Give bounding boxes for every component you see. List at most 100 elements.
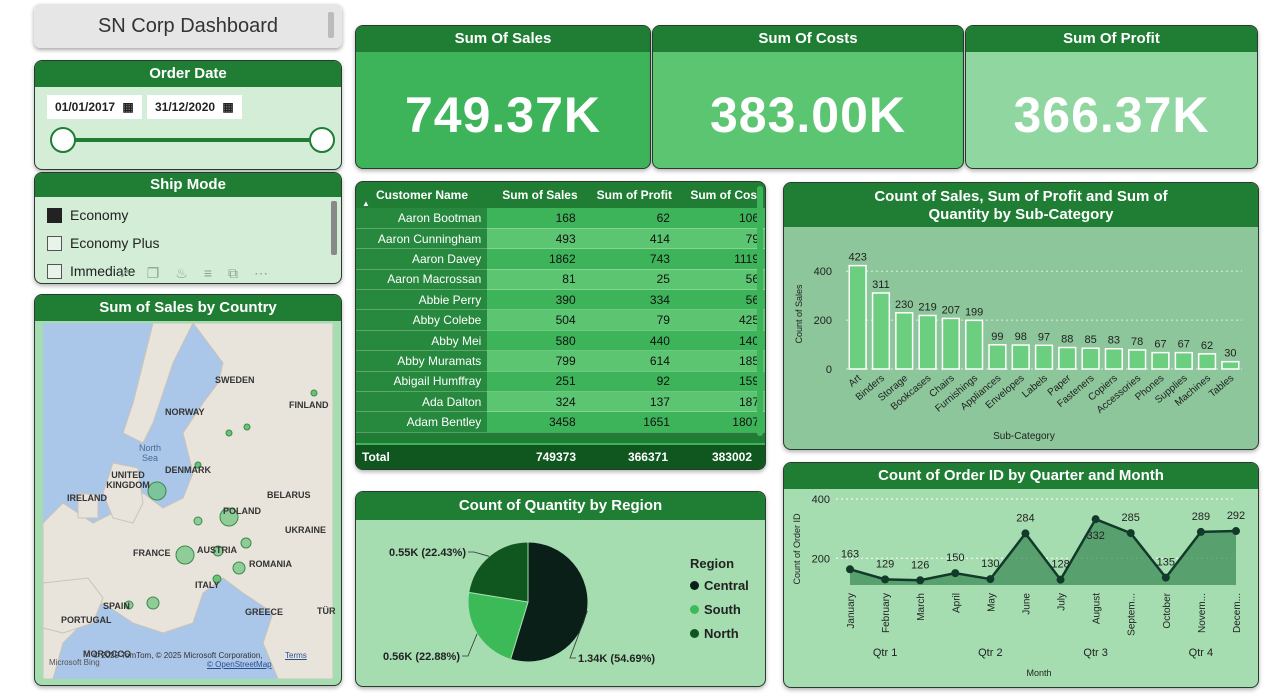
table-row[interactable]: Ada Dalton 324 137 187 (356, 391, 765, 413)
map-osm-link[interactable]: © OpenStreetMap (207, 660, 272, 669)
x-tick-label: June (1021, 593, 1032, 615)
customer-name-cell: Abby Colebe (356, 309, 488, 331)
bar (895, 312, 914, 370)
subcategory-bar-chart: Count of Sales, Sum of Profit and Sum of… (783, 182, 1259, 450)
bar-data-label: 83 (1108, 335, 1120, 347)
profit-cell: 79 (581, 309, 676, 331)
ship-mode-scrollbar[interactable] (331, 201, 337, 255)
filter-icon[interactable]: ≡ (204, 265, 228, 281)
bell-icon[interactable]: ♨ (175, 265, 204, 281)
table-row[interactable]: Aaron Bootman 168 62 106 (356, 208, 765, 229)
customer-name-cell: Adam Bentley (356, 411, 488, 433)
bar (988, 344, 1007, 370)
legend-item-south[interactable]: South (690, 597, 749, 621)
focus-mode-icon[interactable]: ⧉ (228, 265, 254, 281)
bar-data-label: 219 (918, 301, 936, 313)
end-date-input[interactable]: 31/12/2020 ▦ (147, 95, 242, 119)
date-range-end-handle[interactable] (309, 127, 335, 153)
total-profit: 366371 (627, 450, 668, 464)
quantity-by-region-pie: Count of Quantity by Region 1.34K (54.69… (355, 491, 766, 687)
dashboard-title[interactable]: SN Corp Dashboard (34, 4, 342, 48)
data-point (846, 565, 854, 574)
legend-item-north[interactable]: North (690, 621, 749, 645)
customer-name-cell: Abbie Perry (356, 289, 488, 311)
checkbox[interactable] (47, 207, 62, 223)
table-row[interactable]: Aaron Cunningham 493 414 79 (356, 228, 765, 250)
ship-mode-item-economy[interactable]: Economy (35, 201, 341, 229)
bar (941, 317, 960, 370)
bar-data-label: 67 (1154, 339, 1166, 351)
calendar-icon[interactable]: ▦ (222, 100, 233, 114)
column-header-sum-of-profit[interactable]: Sum of Profit (582, 182, 676, 208)
calendar-icon[interactable]: ▦ (122, 100, 133, 114)
date-range-start-handle[interactable] (50, 127, 76, 153)
map-attribution: © 2025 TomTom, © 2025 Microsoft Corporat… (93, 651, 263, 660)
ship-mode-label: Economy (70, 207, 129, 223)
column-header-sum-of-cost[interactable]: Sum of Cost (676, 182, 765, 208)
column-header-customer-name[interactable]: Customer Name ▲ (356, 182, 487, 208)
title-scrollbar[interactable] (328, 12, 334, 38)
kpi-title: Sum Of Costs (653, 26, 963, 52)
bar (1034, 344, 1054, 370)
order-date-slicer: Order Date 01/01/2017 ▦ 31/12/2020 ▦ (34, 60, 342, 170)
column-header-sum-of-sales[interactable]: Sum of Sales (487, 182, 581, 208)
x-tick-label: January (846, 593, 857, 629)
x-tick-label: March (916, 593, 927, 621)
legend-dot (690, 604, 699, 614)
checkbox[interactable] (47, 263, 62, 279)
table-row[interactable]: Adam Bentley 3458 1651 1807 (356, 411, 765, 433)
checkbox[interactable] (47, 235, 62, 251)
table-scrollbar[interactable] (757, 186, 763, 436)
x-tick-label: February (881, 593, 892, 633)
legend-dot (690, 628, 699, 638)
x-tick-label: July (1057, 593, 1068, 611)
total-label: Total (362, 450, 390, 464)
table-row[interactable]: Abby Mei 580 440 140 (356, 330, 765, 352)
leader-line (462, 633, 478, 657)
pin-icon[interactable]: ↗ (119, 265, 147, 281)
sales-by-country-map: Sum of Sales by Country SWEDEN FINLAND N… (34, 294, 342, 686)
copy-icon[interactable]: ❐ (147, 265, 176, 281)
data-point (1161, 573, 1170, 582)
table-row[interactable]: Abbie Perry 390 334 56 (356, 289, 765, 311)
map-label: POLAND (223, 506, 261, 516)
bar (1058, 346, 1077, 370)
map-label: ITALY (195, 580, 220, 590)
y-axis-title: Count of Sales (794, 284, 804, 344)
table-row[interactable]: Abigail Humffray 251 92 159 (356, 371, 765, 393)
ship-mode-item-economy-plus[interactable]: Economy Plus (35, 229, 341, 257)
legend-item-central[interactable]: Central (690, 573, 749, 597)
header-label: Customer Name (376, 188, 469, 202)
sort-ascending-icon[interactable]: ▲ (362, 199, 370, 208)
customer-name-cell: Ada Dalton (356, 391, 488, 413)
map-terms-link[interactable]: Terms (285, 651, 307, 660)
kpi-value: 749.37K (404, 87, 602, 143)
area-fill (850, 519, 1236, 585)
y-tick-label: 200 (814, 315, 832, 327)
map-label: UKRAINE (285, 525, 327, 535)
bar-data-label: 78 (1131, 336, 1143, 348)
ship-mode-label: Economy Plus (70, 235, 160, 251)
map-label: ROMANIA (249, 559, 292, 569)
table-row[interactable]: Aaron Davey 1862 743 1119 (356, 248, 765, 270)
profit-cell: 440 (581, 330, 676, 352)
table-row[interactable]: Aaron Macrossan 81 25 56 (356, 269, 765, 291)
bar-data-label: 85 (1084, 334, 1096, 346)
bar-data-label: 30 (1224, 348, 1236, 360)
map-label: FINLAND (289, 400, 329, 410)
table-row[interactable]: Abby Colebe 504 79 425 (356, 309, 765, 331)
start-date-input[interactable]: 01/01/2017 ▦ (47, 95, 142, 119)
table-row[interactable]: Abby Muramats 799 614 185 (356, 350, 765, 372)
cost-cell: 1119 (675, 248, 765, 270)
bar (1011, 344, 1030, 370)
cost-cell: 185 (675, 350, 765, 372)
profit-cell: 334 (581, 289, 676, 311)
bar-data-label: 88 (1061, 333, 1073, 345)
orders-by-month-chart: Count of Order ID by Quarter and Month 2… (783, 462, 1259, 688)
x-tick-label: May (986, 593, 997, 612)
total-cost: 383002 (711, 450, 752, 464)
date-range-track[interactable] (61, 138, 323, 142)
quarter-label: Qtr 3 (1083, 647, 1107, 659)
more-options-icon[interactable]: ⋯ (254, 265, 284, 281)
pie-data-label: 0.56K (22.88%) (383, 651, 460, 663)
